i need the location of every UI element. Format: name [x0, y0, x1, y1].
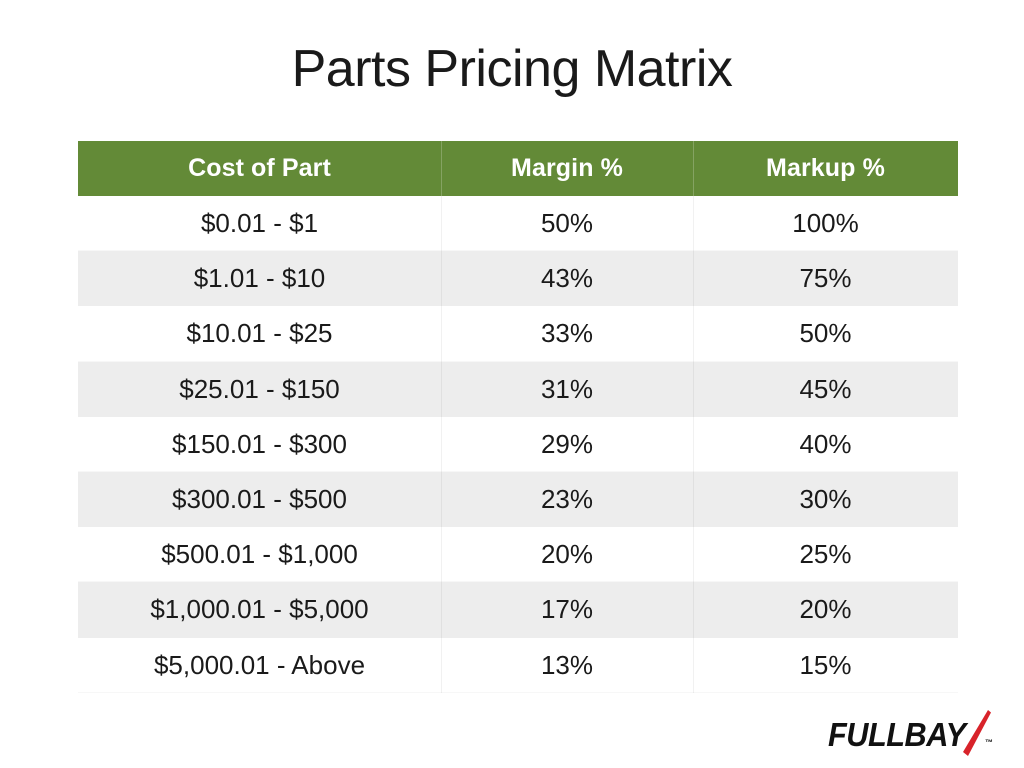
- table-row: $25.01 - $150 31% 45%: [78, 361, 958, 417]
- fullbay-logo: FULLBAY ™: [828, 710, 1008, 760]
- cell-markup: 100%: [693, 196, 958, 252]
- cell-cost-of-part: $150.01 - $300: [78, 416, 441, 472]
- parts-pricing-table: Cost of Part Margin % Markup % $0.01 - $…: [78, 141, 958, 693]
- cell-markup: 20%: [693, 582, 958, 638]
- cell-cost-of-part: $10.01 - $25: [78, 306, 441, 362]
- table-row: $10.01 - $25 33% 50%: [78, 306, 958, 362]
- column-header-markup: Markup %: [693, 141, 958, 196]
- cell-cost-of-part: $500.01 - $1,000: [78, 527, 441, 583]
- trademark-symbol: ™: [985, 738, 993, 747]
- page-title: Parts Pricing Matrix: [291, 40, 733, 98]
- column-header-margin: Margin %: [441, 141, 693, 196]
- table-row: $500.01 - $1,000 20% 25%: [78, 527, 958, 583]
- fullbay-slash-icon: [963, 710, 991, 756]
- cell-margin: 43%: [441, 251, 693, 307]
- table-row: $5,000.01 - Above 13% 15%: [78, 637, 958, 693]
- cell-cost-of-part: $25.01 - $150: [78, 361, 441, 417]
- cell-cost-of-part: $5,000.01 - Above: [78, 637, 441, 693]
- cell-markup: 45%: [693, 361, 958, 417]
- cell-markup: 25%: [693, 527, 958, 583]
- table-header-row: Cost of Part Margin % Markup %: [78, 141, 958, 196]
- cell-cost-of-part: $1,000.01 - $5,000: [78, 582, 441, 638]
- cell-cost-of-part: $300.01 - $500: [78, 471, 441, 528]
- cell-margin: 33%: [441, 306, 693, 362]
- table-header: Cost of Part Margin % Markup %: [78, 141, 958, 196]
- table-row: $1.01 - $10 43% 75%: [78, 251, 958, 307]
- cell-margin: 29%: [441, 416, 693, 472]
- cell-margin: 23%: [441, 471, 693, 528]
- column-header-cost-of-part: Cost of Part: [78, 141, 441, 196]
- cell-margin: 50%: [441, 196, 693, 252]
- cell-cost-of-part: $0.01 - $1: [78, 196, 441, 252]
- table-row: $0.01 - $1 50% 100%: [78, 196, 958, 252]
- cell-margin: 20%: [441, 527, 693, 583]
- cell-markup: 30%: [693, 471, 958, 528]
- cell-markup: 40%: [693, 416, 958, 472]
- cell-markup: 50%: [693, 306, 958, 362]
- cell-markup: 15%: [693, 637, 958, 693]
- table-body: $0.01 - $1 50% 100% $1.01 - $10 43% 75% …: [78, 196, 958, 693]
- table-row: $300.01 - $500 23% 30%: [78, 471, 958, 528]
- cell-margin: 31%: [441, 361, 693, 417]
- table-row: $150.01 - $300 29% 40%: [78, 416, 958, 472]
- fullbay-wordmark: FULLBAY: [828, 716, 966, 753]
- table-row: $1,000.01 - $5,000 17% 20%: [78, 582, 958, 638]
- cell-margin: 13%: [441, 637, 693, 693]
- cell-cost-of-part: $1.01 - $10: [78, 251, 441, 307]
- cell-markup: 75%: [693, 251, 958, 307]
- cell-margin: 17%: [441, 582, 693, 638]
